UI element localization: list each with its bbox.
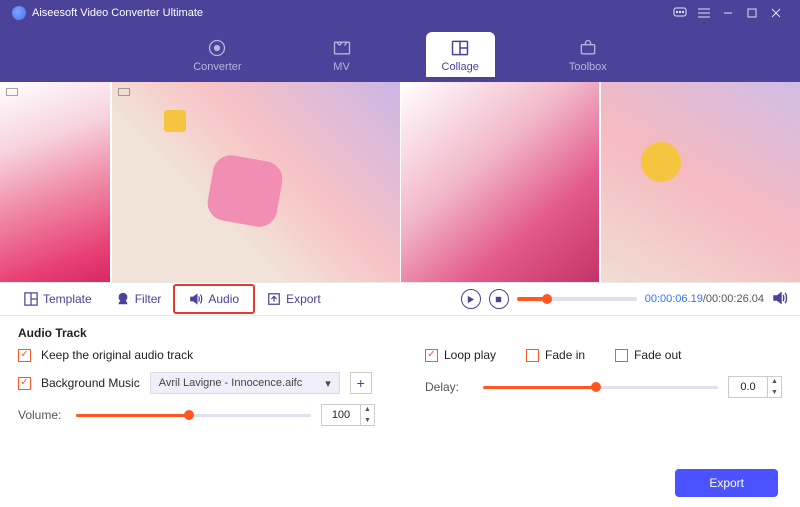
playback-controls: 00:00:06.19/00:00:26.04 [461,289,788,309]
add-music-button[interactable]: + [350,372,372,394]
fade-in-label: Fade in [545,348,585,362]
volume-value: 100 [322,409,360,421]
delay-input[interactable]: 0.0 ▲▼ [728,376,782,398]
tab-template[interactable]: Template [12,283,104,315]
tab-filter[interactable]: Filter [104,283,174,315]
preview-cell-2 [601,82,800,282]
volume-icon[interactable] [772,290,788,309]
delay-label: Delay: [425,380,473,394]
feedback-icon[interactable] [668,7,692,19]
tab-audio[interactable]: Audio [173,284,255,314]
nav-converter[interactable]: Converter [177,32,257,77]
nav-toolbox[interactable]: Toolbox [553,32,623,77]
sub-tabs: Template Filter Audio Export 00:00:06.19… [0,282,800,316]
bg-music-select[interactable]: Avril Lavigne - Innocence.aifc ▾ [150,372,340,394]
menu-icon[interactable] [692,8,716,18]
collage-preview [401,82,800,282]
delay-up[interactable]: ▲ [768,376,781,387]
nav-toolbox-label: Toolbox [569,61,607,73]
bg-music-value: Avril Lavigne - Innocence.aifc [159,377,303,389]
volume-slider[interactable] [76,414,311,417]
keep-original-label: Keep the original audio track [41,348,193,362]
footer: Export [0,459,800,507]
delay-slider[interactable] [483,386,718,389]
tab-filter-label: Filter [135,292,162,306]
chevron-down-icon: ▾ [325,377,331,390]
preview-cell-1 [401,82,600,282]
loop-play-label: Loop play [444,348,496,362]
nav-converter-label: Converter [193,61,241,73]
bg-music-checkbox[interactable] [18,377,31,390]
volume-label: Volume: [18,408,66,422]
main-nav: Converter MV Collage Toolbox [0,26,800,82]
minimize-button[interactable] [716,8,740,18]
bg-music-label: Background Music [41,376,140,390]
tab-template-label: Template [43,292,92,306]
app-logo-icon [12,6,26,20]
maximize-button[interactable] [740,8,764,18]
collage-cell-2[interactable] [112,82,400,282]
play-button[interactable] [461,289,481,309]
volume-down[interactable]: ▼ [361,415,374,426]
keep-original-checkbox[interactable] [18,349,31,362]
nav-mv-label: MV [333,61,350,73]
app-title: Aiseesoft Video Converter Ultimate [32,7,203,19]
nav-collage-label: Collage [442,61,479,73]
collage-editor[interactable] [0,82,401,282]
tab-export-label: Export [286,292,321,306]
nav-collage[interactable]: Collage [426,32,495,77]
tab-export[interactable]: Export [255,283,333,315]
stop-button[interactable] [489,289,509,309]
delay-down[interactable]: ▼ [768,387,781,398]
delay-value: 0.0 [729,381,767,393]
fade-out-label: Fade out [634,348,681,362]
title-bar: Aiseesoft Video Converter Ultimate [0,0,800,26]
preview-area [0,82,800,282]
collage-cell-1[interactable] [0,82,110,282]
panel-heading: Audio Track [18,326,782,340]
audio-panel: Audio Track Keep the original audio trac… [0,316,800,459]
fade-in-checkbox[interactable] [526,349,539,362]
tab-audio-label: Audio [208,292,239,306]
close-button[interactable] [764,8,788,18]
timecode: 00:00:06.19/00:00:26.04 [645,293,764,305]
volume-input[interactable]: 100 ▲▼ [321,404,375,426]
seek-slider[interactable] [517,297,637,301]
export-button[interactable]: Export [675,469,778,497]
volume-up[interactable]: ▲ [361,404,374,415]
fade-out-checkbox[interactable] [615,349,628,362]
loop-play-checkbox[interactable] [425,349,438,362]
nav-mv[interactable]: MV [316,32,368,77]
